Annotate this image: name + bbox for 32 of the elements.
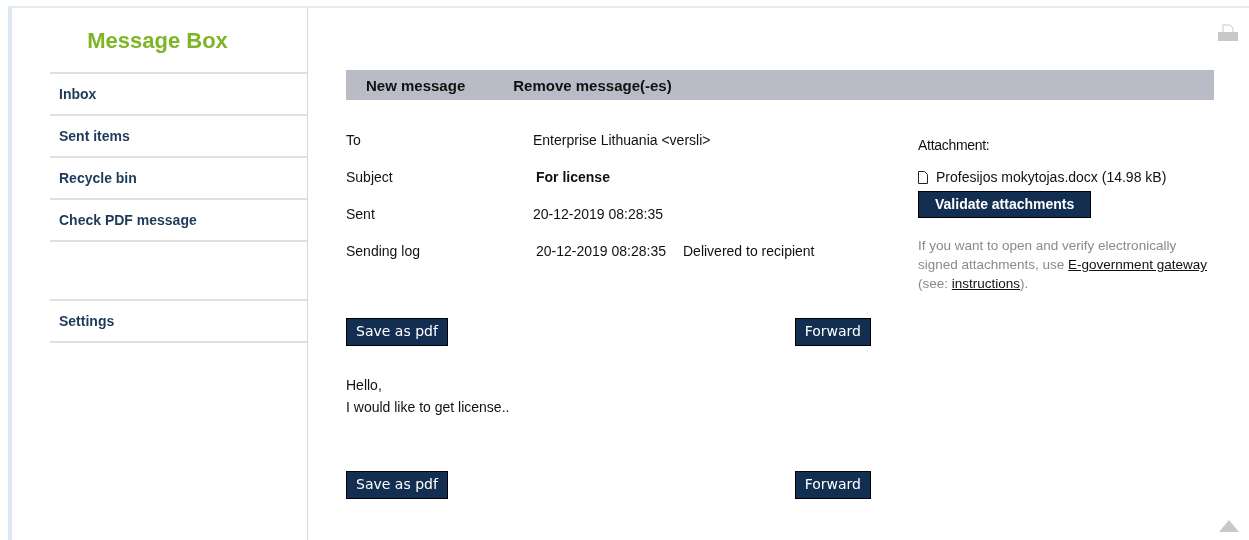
field-value: 20-12-2019 08:28:35 [533,206,663,222]
sidebar-item[interactable]: Settings [50,301,307,343]
toolbar-link[interactable]: Remove message(-es) [513,76,672,94]
field-value: Enterprise Lithuania <versli> [533,132,711,148]
print-icon[interactable] [1217,24,1239,42]
gateway-link[interactable]: E-government gateway [1068,257,1207,272]
sidebar-item[interactable]: Check PDF message [50,200,307,242]
forward-button[interactable]: Forward [794,471,871,499]
sidebar-item[interactable]: Inbox [50,74,307,116]
help-text: If you want to open and verify electronically signed attachments, use E-government gateway (see: instructions). [918,237,1208,293]
sidebar-item[interactable]: Recycle bin [50,158,307,200]
attachment-file[interactable]: Profesijos mokytojas.docx (14.98 kB) [936,169,1167,185]
field-label: Subject [346,169,394,185]
message-line: Hello, [346,376,383,395]
scroll-up-icon[interactable] [1219,520,1239,532]
forward-button[interactable]: Forward [794,318,871,346]
attachment-label: Attachment: [918,137,991,153]
field-label: Sent [346,206,376,222]
document-icon [918,170,928,184]
toolbar-link[interactable]: New message [366,76,466,94]
save-pdf-button[interactable]: Save as pdf [346,471,448,499]
field-label: To [346,132,362,148]
validate-button[interactable]: Validate attachments [918,191,1092,218]
field-value: For license [535,169,610,185]
instructions-link[interactable]: instructions [951,276,1021,291]
field-label: Sending log [346,243,421,259]
save-pdf-button[interactable]: Save as pdf [346,318,448,346]
message-line: I would like to get license.. [346,398,511,417]
log-date: 20-12-2019 08:28:35 [535,243,666,259]
app-title: Message Box [87,28,228,55]
log-status: Delivered to recipient [683,243,815,259]
sidebar-item[interactable]: Sent items [50,116,307,158]
